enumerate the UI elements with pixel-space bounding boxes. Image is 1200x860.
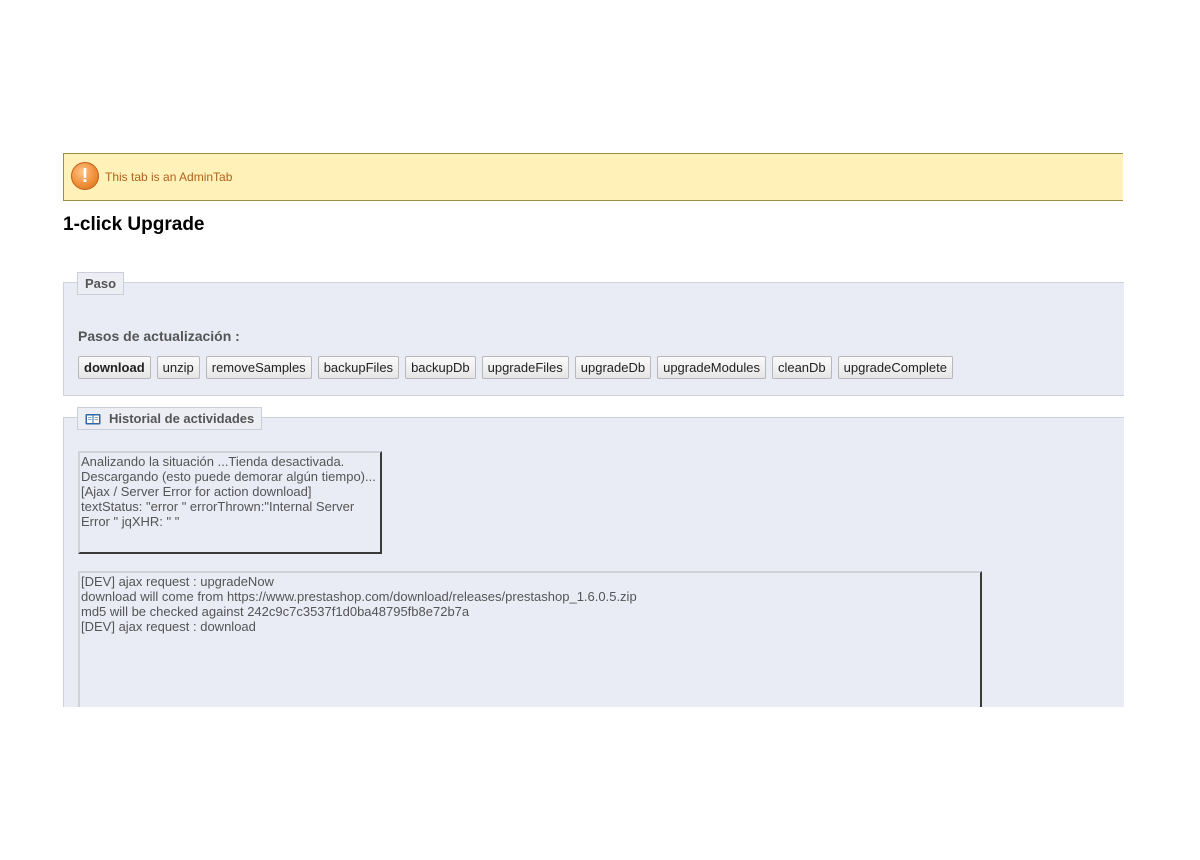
book-icon [85,413,101,425]
step-button-download[interactable]: download [78,356,151,379]
steps-legend: Paso [77,272,125,295]
status-log[interactable]: Analizando la situación ...Tienda desact… [78,451,382,554]
status-log-line: [Ajax / Server Error for action download… [81,484,312,499]
step-button-upgradeModules[interactable]: upgradeModules [657,356,766,379]
page-title: 1-click Upgrade [63,214,205,235]
warning-text: This tab is an AdminTab [105,170,233,184]
main-content: ! This tab is an AdminTab 1-click Upgrad… [63,153,1124,707]
steps-legend-label: Paso [85,276,117,291]
debug-log-line: [DEV] ajax request : download [81,619,256,634]
warning-icon: ! [71,162,99,190]
step-button-unzip[interactable]: unzip [156,356,200,379]
step-button-upgradeDb[interactable]: upgradeDb [574,356,652,379]
admintab-warning-banner: ! This tab is an AdminTab [63,153,1123,201]
step-button-cleanDb[interactable]: cleanDb [771,356,832,379]
step-button-removeSamples[interactable]: removeSamples [205,356,312,379]
step-button-upgradeComplete[interactable]: upgradeComplete [837,356,954,379]
step-button-backupFiles[interactable]: backupFiles [317,356,400,379]
status-log-line: Descargando (esto puede demorar algún ti… [81,469,376,484]
status-log-line: Analizando la situación ...Tienda desact… [81,454,345,469]
activity-history-fieldset: Historial de actividades Analizando la s… [63,407,1124,707]
step-button-backupDb[interactable]: backupDb [405,356,476,379]
steps-label: Pasos de actualización : [78,328,240,344]
status-log-line: Error " jqXHR: " " [81,514,180,529]
status-log-line: textStatus: "error " errorThrown:"Intern… [81,499,355,514]
history-legend-label: Historial de actividades [109,411,255,426]
debug-log-line: download will come from https://www.pres… [81,589,637,604]
step-button-upgradeFiles[interactable]: upgradeFiles [481,356,569,379]
history-legend: Historial de actividades [77,407,263,430]
steps-button-row: download unzip removeSamples backupFiles bac… [78,356,954,379]
debug-log-line: md5 will be checked against 242c9c7c3537… [81,604,470,619]
steps-fieldset: Paso Pasos de actualización : download un… [63,272,1124,396]
debug-log[interactable]: [DEV] ajax request : upgradeNow download … [78,571,982,707]
debug-log-line: [DEV] ajax request : upgradeNow [81,574,274,589]
